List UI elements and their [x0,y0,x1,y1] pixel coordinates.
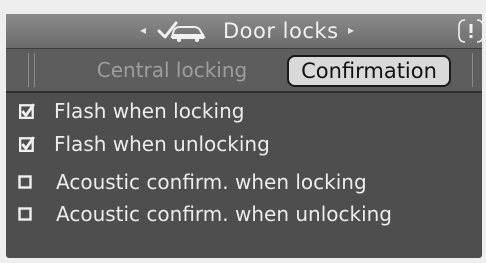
menu-title: Door locks [223,19,339,43]
option-acoustic-confirm-locking[interactable]: Acoustic confirm. when locking [6,168,476,198]
tab-central-locking[interactable]: Central locking [54,55,290,85]
tab-divider [28,53,29,87]
checked-checkbox-icon [19,103,35,119]
previous-menu-arrow-icon[interactable]: ◂ [140,23,146,37]
idrive-screen: ◂ Door locks ▸ Central locking Confirmat… [0,0,486,263]
option-label: Flash when locking [54,99,245,123]
option-label: Flash when unlocking [54,132,270,156]
unchecked-checkbox-icon [18,175,32,189]
tab-divider [472,53,473,87]
door-lock-check-icon [157,21,206,42]
checked-checkbox-icon [19,136,35,152]
option-flash-when-locking[interactable]: Flash when locking [6,97,476,127]
unchecked-checkbox-icon [18,207,32,221]
tab-confirmation[interactable]: Confirmation [287,55,451,87]
options-list: Flash when locking Flash when unlocking … [6,93,482,253]
option-acoustic-confirm-unlocking[interactable]: Acoustic confirm. when unlocking [6,200,476,230]
option-flash-when-unlocking[interactable]: Flash when unlocking [6,130,476,160]
info-icon[interactable] [457,18,485,44]
menu-header: ◂ Door locks ▸ [6,14,485,49]
option-label: Acoustic confirm. when locking [56,170,367,194]
next-menu-arrow-icon[interactable]: ▸ [348,23,354,37]
tab-divider [34,53,35,87]
tab-bar: Central locking Confirmation [6,49,482,93]
option-label: Acoustic confirm. when unlocking [56,202,393,226]
